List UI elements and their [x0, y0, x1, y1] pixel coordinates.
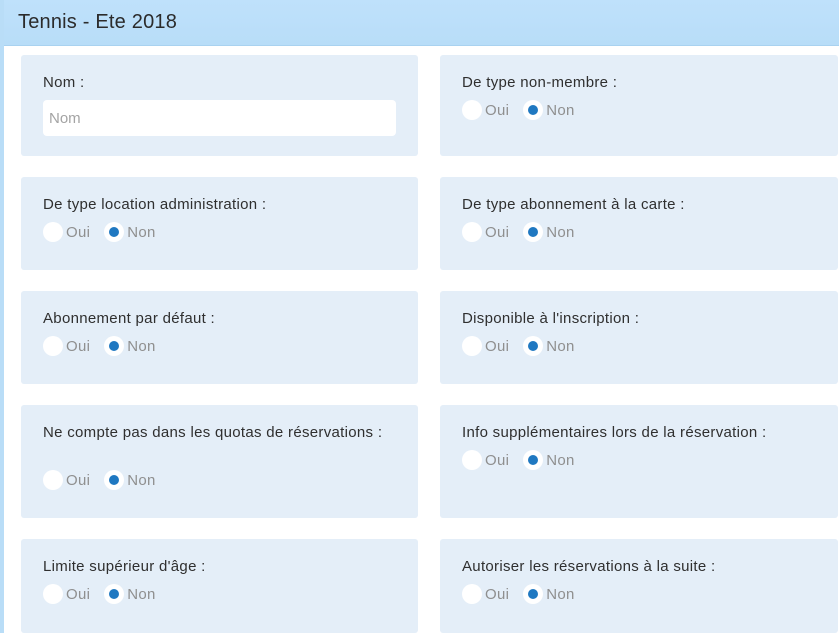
- radio-group: Oui Non: [462, 222, 589, 242]
- radio-group: Oui Non: [462, 336, 589, 356]
- field-label: Ne compte pas dans les quotas de réserva…: [43, 424, 383, 441]
- radio-button[interactable]: [523, 222, 544, 242]
- radio-label: Non: [127, 585, 156, 603]
- radio-oui[interactable]: Oui: [462, 584, 509, 604]
- radio-label: Oui: [66, 223, 91, 241]
- radio-non[interactable]: Non: [523, 222, 574, 242]
- field-label: De type abonnement à la carte :: [462, 196, 685, 213]
- radio-button[interactable]: [104, 336, 125, 356]
- radio-label: Oui: [485, 451, 510, 469]
- field-label: Autoriser les réservations à la suite :: [462, 558, 716, 575]
- radio-non[interactable]: Non: [104, 336, 155, 356]
- radio-button[interactable]: [43, 470, 63, 490]
- radio-oui[interactable]: Oui: [43, 584, 90, 604]
- radio-button[interactable]: [523, 336, 544, 356]
- radio-oui[interactable]: Oui: [462, 222, 509, 242]
- radio-button[interactable]: [523, 584, 544, 604]
- radio-oui[interactable]: Oui: [43, 222, 90, 242]
- card-abonnement-carte: De type abonnement à la carte : Oui Non: [440, 177, 838, 270]
- radio-label: Oui: [66, 471, 91, 489]
- card-non-membre: De type non-membre : Oui Non: [440, 55, 838, 156]
- card-reservations-suite: Autoriser les réservations à la suite : …: [440, 539, 838, 633]
- card-info-supplementaires: Info supplémentaires lors de la réservat…: [440, 405, 838, 518]
- radio-button[interactable]: [462, 222, 482, 242]
- radio-oui[interactable]: Oui: [43, 470, 90, 490]
- radio-button[interactable]: [43, 584, 63, 604]
- form-window: Tennis - Ete 2018 Nom : De type non-memb…: [0, 0, 839, 633]
- radio-non[interactable]: Non: [104, 584, 155, 604]
- radio-label: Oui: [485, 585, 510, 603]
- field-label: De type non-membre :: [462, 74, 618, 91]
- radio-button[interactable]: [523, 450, 544, 470]
- window-header: Tennis - Ete 2018: [4, 0, 839, 46]
- card-abonnement-defaut: Abonnement par défaut : Oui Non: [21, 291, 418, 384]
- card-nom: Nom :: [21, 55, 418, 156]
- radio-button[interactable]: [523, 100, 544, 120]
- radio-label: Oui: [66, 585, 91, 603]
- radio-button[interactable]: [104, 470, 125, 490]
- card-disponible-inscription: Disponible à l'inscription : Oui Non: [440, 291, 838, 384]
- radio-label: Non: [127, 471, 156, 489]
- radio-button[interactable]: [462, 336, 482, 356]
- radio-oui[interactable]: Oui: [462, 336, 509, 356]
- window-title: Tennis - Ete 2018: [18, 11, 178, 33]
- radio-group: Oui Non: [462, 100, 589, 120]
- radio-label: Non: [546, 223, 575, 241]
- radio-button[interactable]: [104, 222, 125, 242]
- radio-label: Non: [546, 337, 575, 355]
- radio-label: Non: [546, 585, 575, 603]
- field-label: Disponible à l'inscription :: [462, 310, 640, 327]
- radio-non[interactable]: Non: [523, 584, 574, 604]
- nom-label: Nom :: [43, 74, 85, 91]
- radio-non[interactable]: Non: [104, 222, 155, 242]
- card-limite-age: Limite supérieur d'âge : Oui Non: [21, 539, 418, 633]
- field-label: Limite supérieur d'âge :: [43, 558, 206, 575]
- radio-button[interactable]: [462, 450, 482, 470]
- radio-non[interactable]: Non: [104, 470, 155, 490]
- radio-non[interactable]: Non: [523, 100, 574, 120]
- radio-label: Oui: [485, 223, 510, 241]
- radio-oui[interactable]: Oui: [462, 450, 509, 470]
- radio-group: Oui Non: [462, 584, 589, 604]
- radio-group: Oui Non: [43, 584, 170, 604]
- radio-oui[interactable]: Oui: [462, 100, 509, 120]
- nom-input[interactable]: [43, 100, 396, 136]
- field-label: De type location administration :: [43, 196, 267, 213]
- radio-label: Non: [127, 337, 156, 355]
- field-label: Abonnement par défaut :: [43, 310, 216, 327]
- radio-label: Non: [127, 223, 156, 241]
- radio-group: Oui Non: [43, 222, 170, 242]
- radio-group: Oui Non: [43, 336, 170, 356]
- card-quotas-reservations: Ne compte pas dans les quotas de réserva…: [21, 405, 418, 518]
- radio-button[interactable]: [462, 584, 482, 604]
- field-label: Info supplémentaires lors de la réservat…: [462, 424, 767, 441]
- radio-button[interactable]: [43, 222, 63, 242]
- radio-label: Oui: [66, 337, 91, 355]
- radio-non[interactable]: Non: [523, 450, 574, 470]
- radio-group: Oui Non: [462, 450, 589, 470]
- card-location-administration: De type location administration : Oui No…: [21, 177, 418, 270]
- radio-button[interactable]: [43, 336, 63, 356]
- radio-non[interactable]: Non: [523, 336, 574, 356]
- radio-button[interactable]: [104, 584, 125, 604]
- radio-label: Oui: [485, 337, 510, 355]
- radio-oui[interactable]: Oui: [43, 336, 90, 356]
- radio-label: Oui: [485, 101, 510, 119]
- radio-group: Oui Non: [43, 470, 170, 490]
- radio-button[interactable]: [462, 100, 482, 120]
- radio-label: Non: [546, 451, 575, 469]
- radio-label: Non: [546, 101, 575, 119]
